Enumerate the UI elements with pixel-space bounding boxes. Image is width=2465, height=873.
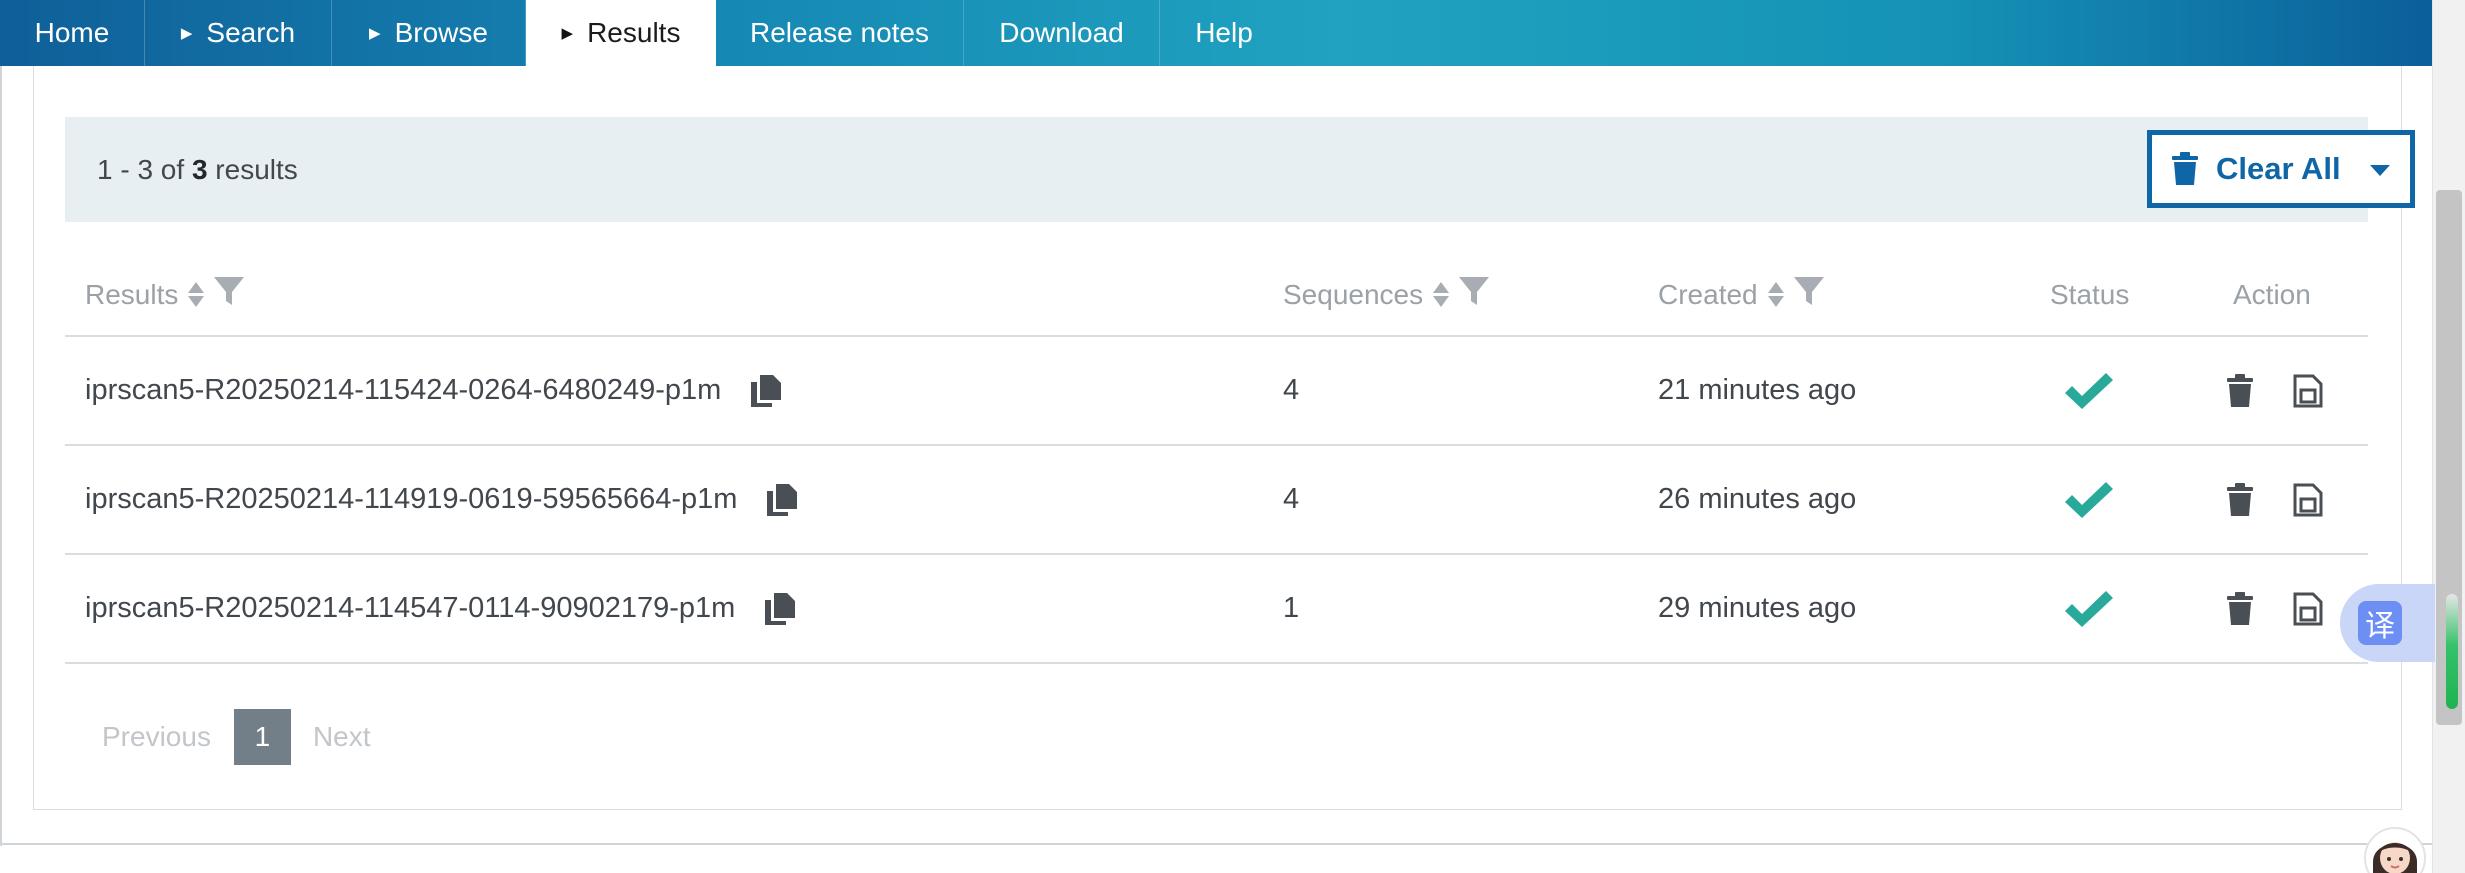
- results-suffix: results: [207, 153, 298, 185]
- header-status-label: Status: [2050, 279, 2130, 310]
- action-cell: [2225, 337, 2323, 444]
- results-table-header: Results Sequences Created Status Action: [65, 255, 2368, 337]
- nav-search-label: Search: [206, 17, 296, 48]
- results-count: 1 - 3 of 3 results: [97, 154, 298, 186]
- results-range: 1 - 3 of: [97, 153, 192, 185]
- header-sequences: Sequences: [1283, 255, 1491, 335]
- nav-help-label: Help: [1195, 17, 1253, 48]
- filter-icon[interactable]: [1792, 274, 1826, 308]
- header-action-label: Action: [2233, 279, 2311, 310]
- nav-search[interactable]: ▶ Search: [145, 0, 332, 66]
- nav-release-notes[interactable]: Release notes: [716, 0, 964, 66]
- nav-results[interactable]: ▶ Results: [526, 0, 716, 66]
- nav-help[interactable]: Help: [1160, 0, 1288, 66]
- nav-results-label: Results: [587, 17, 681, 48]
- triangle-right-icon: ▶: [561, 25, 574, 42]
- created-cell: 29 minutes ago: [1658, 592, 1857, 624]
- copy-icon[interactable]: [751, 374, 782, 407]
- filter-icon[interactable]: [1457, 274, 1491, 308]
- delete-icon[interactable]: [2225, 373, 2255, 408]
- trash-icon: [2172, 152, 2198, 185]
- header-results: Results: [85, 255, 246, 335]
- page-bottom-border: [0, 843, 2432, 845]
- header-status: Status: [2050, 255, 2129, 335]
- nav-download-label: Download: [999, 17, 1124, 48]
- header-action: Action: [2233, 255, 2311, 335]
- created-cell: 21 minutes ago: [1658, 374, 1857, 406]
- table-row: iprscan5-R20250214-114547-0114-90902179-…: [65, 555, 2368, 664]
- status-cell: [2062, 555, 2116, 662]
- copy-icon[interactable]: [767, 483, 798, 516]
- nav-download[interactable]: Download: [964, 0, 1160, 66]
- caret-down-icon[interactable]: [2370, 165, 2390, 176]
- results-summary-bar: 1 - 3 of 3 results Clear All: [65, 117, 2415, 222]
- result-id[interactable]: iprscan5-R20250214-114919-0619-59565664-…: [85, 483, 737, 516]
- copy-icon[interactable]: [765, 592, 796, 625]
- result-id-cell: iprscan5-R20250214-114547-0114-90902179-…: [85, 555, 796, 662]
- main-nav: Home ▶ Search ▶ Browse ▶ Results Release…: [0, 0, 2432, 66]
- header-created: Created: [1658, 255, 1826, 335]
- nav-home[interactable]: Home: [0, 0, 145, 66]
- clear-all-label: Clear All: [2216, 151, 2341, 186]
- table-row: iprscan5-R20250214-114919-0619-59565664-…: [65, 446, 2368, 555]
- filter-icon[interactable]: [212, 274, 246, 308]
- page-number-button[interactable]: 1: [233, 709, 291, 765]
- sort-icon[interactable]: [1767, 280, 1784, 310]
- triangle-right-icon: ▶: [180, 25, 193, 42]
- header-sequences-label: Sequences: [1283, 279, 1424, 310]
- sequences-cell: 4: [1283, 483, 1300, 515]
- result-id[interactable]: iprscan5-R20250214-114547-0114-90902179-…: [85, 592, 735, 625]
- result-id[interactable]: iprscan5-R20250214-115424-0264-6480249-p…: [85, 374, 721, 407]
- pagination: Previous 1 Next: [65, 709, 371, 765]
- delete-icon[interactable]: [2225, 482, 2255, 517]
- header-results-label: Results: [85, 279, 179, 310]
- created-cell: 26 minutes ago: [1658, 483, 1857, 515]
- page-left-border: [0, 66, 2, 846]
- triangle-right-icon: ▶: [369, 25, 381, 42]
- check-icon: [2065, 590, 2113, 627]
- sort-icon[interactable]: [188, 280, 205, 310]
- results-total: 3: [191, 153, 208, 185]
- next-page-button[interactable]: Next: [313, 721, 371, 753]
- nav-release-notes-label: Release notes: [749, 17, 929, 48]
- table-row: iprscan5-R20250214-115424-0264-6480249-p…: [65, 337, 2368, 446]
- scroll-indicator: [2446, 594, 2458, 709]
- save-icon[interactable]: [2293, 374, 2323, 408]
- status-cell: [2062, 337, 2116, 444]
- avatar[interactable]: [2363, 826, 2427, 873]
- avatar-icon: [2364, 827, 2426, 873]
- sequences-cell: 1: [1283, 592, 1300, 624]
- status-cell: [2062, 446, 2116, 553]
- save-icon[interactable]: [2293, 483, 2323, 517]
- delete-icon[interactable]: [2225, 591, 2255, 626]
- translate-icon: 译: [2358, 601, 2402, 645]
- clear-all-button[interactable]: Clear All: [2147, 130, 2415, 208]
- result-id-cell: iprscan5-R20250214-114919-0619-59565664-…: [85, 446, 798, 553]
- nav-home-label: Home: [34, 17, 110, 48]
- action-cell: [2225, 555, 2323, 662]
- save-icon[interactable]: [2293, 592, 2323, 626]
- translate-button[interactable]: 译: [2340, 584, 2435, 662]
- check-icon: [2065, 481, 2113, 518]
- previous-page-button[interactable]: Previous: [102, 721, 211, 753]
- sort-icon[interactable]: [1433, 280, 1450, 310]
- check-icon: [2065, 372, 2113, 409]
- nav-browse[interactable]: ▶ Browse: [332, 0, 526, 66]
- result-id-cell: iprscan5-R20250214-115424-0264-6480249-p…: [85, 337, 782, 444]
- nav-browse-label: Browse: [394, 17, 488, 48]
- sequences-cell: 4: [1283, 374, 1300, 406]
- header-created-label: Created: [1658, 279, 1758, 310]
- action-cell: [2225, 446, 2323, 553]
